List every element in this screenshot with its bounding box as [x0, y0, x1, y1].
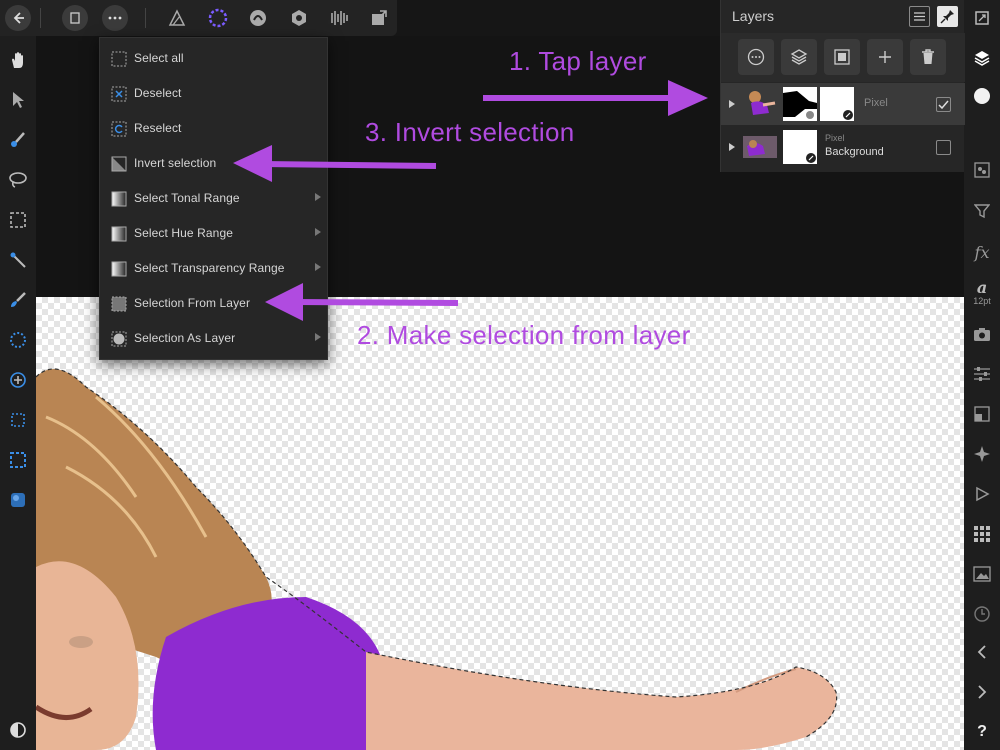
annotation-arrows [233, 80, 708, 321]
arrow-to-invert-selection [233, 145, 437, 182]
arrow-to-layer [483, 80, 708, 116]
arrow-to-selection-from-layer [265, 283, 459, 321]
